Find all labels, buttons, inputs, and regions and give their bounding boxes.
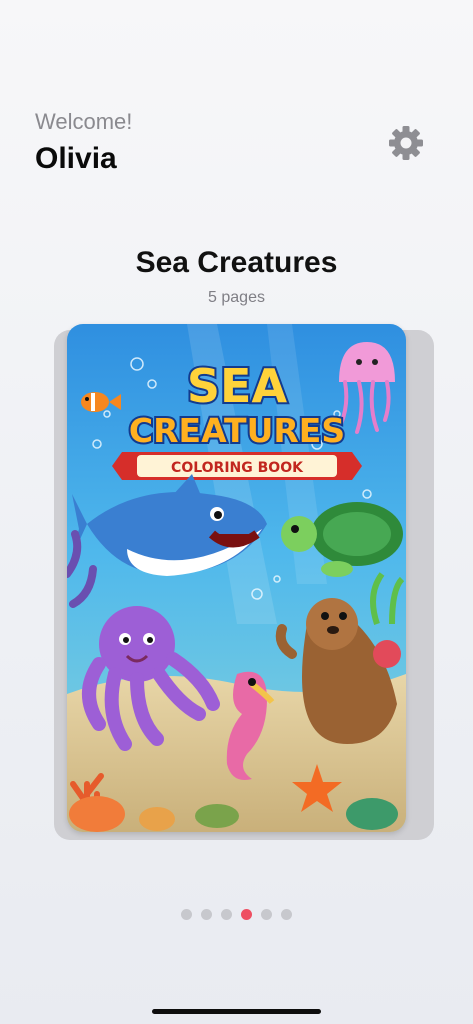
book-title: Sea Creatures [135,246,338,279]
page-indicator [0,909,473,920]
cover-title-line1: SEA [187,359,288,413]
book-cover-card[interactable]: SEA CREATURES COLORING BOOK [67,324,406,832]
page-dot-active[interactable] [241,909,252,920]
page-dot[interactable] [221,909,232,920]
welcome-greeting: Welcome! [35,109,133,134]
user-name: Olivia [35,142,117,175]
page-dot[interactable] [261,909,272,920]
gear-icon[interactable] [388,125,424,161]
page-dot[interactable] [181,909,192,920]
cover-banner-text: COLORING BOOK [171,460,304,476]
home-indicator [152,1009,321,1014]
cover-title-line2: CREATURES [129,411,345,450]
page-dot[interactable] [281,909,292,920]
page-count: 5 pages [208,289,265,306]
page-dot[interactable] [201,909,212,920]
